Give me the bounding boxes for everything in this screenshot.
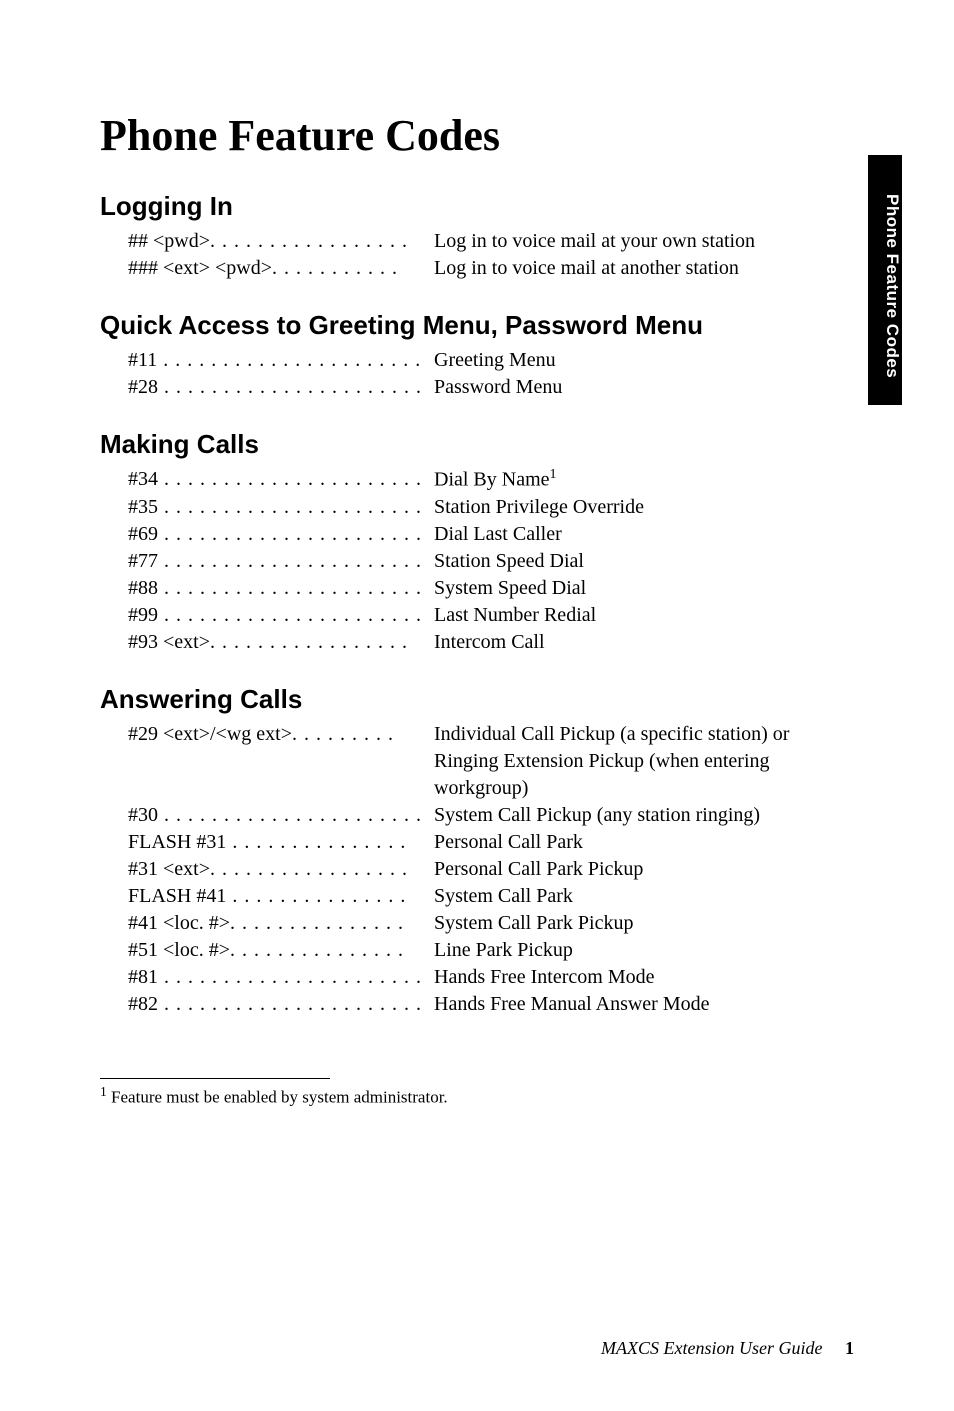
entry-row: #29 <ext>/<wg ext>. . . . . . . . . Indi… — [128, 721, 854, 802]
entry-code: #30 — [128, 804, 158, 826]
entry-desc: Individual Call Pickup (a specific stati… — [434, 723, 789, 799]
entry-desc: Personal Call Park Pickup — [434, 858, 643, 880]
entry-row: #11 . . . . . . . . . . . . . . . . . . … — [128, 347, 562, 374]
entry-desc: Greeting Menu — [434, 349, 556, 371]
entry-row: #77 . . . . . . . . . . . . . . . . . . … — [128, 548, 644, 575]
entry-dots: . . . . . . . . . . . . . . . . . . . . … — [157, 349, 421, 371]
entry-row: #35 . . . . . . . . . . . . . . . . . . … — [128, 494, 644, 521]
entry-dots: . . . . . . . . . . . . . . . . . — [210, 631, 408, 653]
entry-desc: Last Number Redial — [434, 604, 596, 626]
entry-code: #29 <ext>/<wg ext> — [128, 723, 292, 745]
entry-dots: . . . . . . . . . . . . . . . . . . . . … — [158, 376, 422, 398]
entry-desc: Dial By Name — [434, 469, 550, 491]
entry-desc: Hands Free Intercom Mode — [434, 966, 655, 988]
footnote-rule — [100, 1078, 330, 1079]
footnote-text: Feature must be enabled by system admini… — [111, 1087, 448, 1106]
entry-dots: . . . . . . . . . . . — [272, 257, 398, 279]
entry-dots: . . . . . . . . . . . . . . . . . . . . … — [158, 604, 422, 626]
entries-quick-access: #11 . . . . . . . . . . . . . . . . . . … — [128, 347, 562, 401]
entry-code: #77 — [128, 550, 158, 572]
entry-desc: System Speed Dial — [434, 577, 586, 599]
side-tab: Phone Feature Codes — [868, 155, 902, 405]
entry-code: ## <pwd> — [128, 230, 210, 252]
entry-dots: . . . . . . . . . . . . . . . . . . . . … — [158, 577, 422, 599]
entry-code: #88 — [128, 577, 158, 599]
entries-making-calls: #34 . . . . . . . . . . . . . . . . . . … — [128, 466, 644, 656]
entry-desc: System Call Park Pickup — [434, 912, 633, 934]
footer-page-number: 1 — [845, 1338, 854, 1358]
entry-code: #99 — [128, 604, 158, 626]
page-title: Phone Feature Codes — [100, 110, 854, 161]
entry-code: ### <ext> <pwd> — [128, 257, 272, 279]
entry-row: #93 <ext>. . . . . . . . . . . . . . . .… — [128, 629, 644, 656]
entry-code: #35 — [128, 496, 158, 518]
entry-code: #82 — [128, 993, 158, 1015]
footer-book-title: MAXCS Extension User Guide — [601, 1338, 822, 1358]
entry-row: FLASH #41 . . . . . . . . . . . . . . . … — [128, 883, 854, 910]
section-heading-answering-calls: Answering Calls — [100, 684, 854, 715]
entry-code: #69 — [128, 523, 158, 545]
entry-dots: . . . . . . . . . . . . . . . . . . . . … — [158, 523, 422, 545]
entry-desc: Log in to voice mail at another station — [434, 257, 739, 279]
page-footer: MAXCS Extension User Guide 1 — [601, 1338, 854, 1359]
section-heading-making-calls: Making Calls — [100, 429, 854, 460]
entries-logging-in: ## <pwd>. . . . . . . . . . . . . . . . … — [128, 228, 755, 282]
entry-row: #99 . . . . . . . . . . . . . . . . . . … — [128, 602, 644, 629]
entry-desc: System Call Park — [434, 885, 573, 907]
entry-row: #41 <loc. #>. . . . . . . . . . . . . . … — [128, 910, 854, 937]
entries-answering-calls: #29 <ext>/<wg ext>. . . . . . . . . Indi… — [128, 721, 854, 1018]
entry-dots: . . . . . . . . . . . . . . . . . . . . … — [158, 966, 422, 988]
entry-desc: Dial Last Caller — [434, 523, 562, 545]
entry-dots: . . . . . . . . . . . . . . . . . . . . … — [158, 468, 422, 490]
entry-row: #28 . . . . . . . . . . . . . . . . . . … — [128, 374, 562, 401]
entry-code: #11 — [128, 349, 157, 371]
entry-dots: . . . . . . . . . . . . . . . — [230, 912, 404, 934]
entry-dots: . . . . . . . . . . . . . . . . . . . . … — [158, 993, 422, 1015]
entry-dots: . . . . . . . . . — [292, 723, 394, 745]
entry-row: #69 . . . . . . . . . . . . . . . . . . … — [128, 521, 644, 548]
entry-row: #51 <loc. #>. . . . . . . . . . . . . . … — [128, 937, 854, 964]
entry-dots: . . . . . . . . . . . . . . . . . — [210, 858, 408, 880]
entry-desc: Station Speed Dial — [434, 550, 584, 572]
entry-dots: . . . . . . . . . . . . . . . . . — [210, 230, 408, 252]
entry-row: #88 . . . . . . . . . . . . . . . . . . … — [128, 575, 644, 602]
entry-code: #51 <loc. #> — [128, 939, 230, 961]
entry-code: FLASH #41 — [128, 885, 226, 907]
entry-dots: . . . . . . . . . . . . . . . . . . . . … — [158, 496, 422, 518]
entry-desc: Log in to voice mail at your own station — [434, 230, 755, 252]
entry-code: #81 — [128, 966, 158, 988]
entry-dots: . . . . . . . . . . . . . . . . . . . . … — [158, 804, 422, 826]
entry-row: ## <pwd>. . . . . . . . . . . . . . . . … — [128, 228, 755, 255]
entry-dots: . . . . . . . . . . . . . . . — [226, 885, 406, 907]
entry-row: ### <ext> <pwd>. . . . . . . . . . . Log… — [128, 255, 755, 282]
entry-desc: Line Park Pickup — [434, 939, 573, 961]
entry-desc: Intercom Call — [434, 631, 545, 653]
entry-desc: Password Menu — [434, 376, 562, 398]
entry-desc: Hands Free Manual Answer Mode — [434, 993, 710, 1015]
section-heading-logging-in: Logging In — [100, 191, 854, 222]
page: Phone Feature Codes Phone Feature Codes … — [0, 0, 954, 1411]
entry-code: #34 — [128, 468, 158, 490]
entry-row: FLASH #31 . . . . . . . . . . . . . . . … — [128, 829, 854, 856]
entry-code: #93 <ext> — [128, 631, 210, 653]
entry-desc: Station Privilege Override — [434, 496, 644, 518]
entry-dots: . . . . . . . . . . . . . . . — [230, 939, 404, 961]
section-heading-quick-access: Quick Access to Greeting Menu, Password … — [100, 310, 854, 341]
entry-dots: . . . . . . . . . . . . . . . . . . . . … — [158, 550, 422, 572]
entry-row: #82 . . . . . . . . . . . . . . . . . . … — [128, 991, 854, 1018]
footnote: 1 Feature must be enabled by system admi… — [100, 1083, 854, 1109]
entry-dots: . . . . . . . . . . . . . . . — [226, 831, 406, 853]
footnote-marker: 1 — [100, 1084, 107, 1099]
entry-row: #31 <ext>. . . . . . . . . . . . . . . .… — [128, 856, 854, 883]
entry-desc: Personal Call Park — [434, 831, 583, 853]
entry-code: #31 <ext> — [128, 858, 210, 880]
entry-row: #30 . . . . . . . . . . . . . . . . . . … — [128, 802, 854, 829]
entry-row: #34 . . . . . . . . . . . . . . . . . . … — [128, 466, 644, 494]
entry-code: FLASH #31 — [128, 831, 226, 853]
entry-code: #28 — [128, 376, 158, 398]
footnote-ref: 1 — [550, 467, 557, 482]
entry-row: #81 . . . . . . . . . . . . . . . . . . … — [128, 964, 854, 991]
entry-desc: System Call Pickup (any station ringing) — [434, 804, 760, 826]
entry-code: #41 <loc. #> — [128, 912, 230, 934]
